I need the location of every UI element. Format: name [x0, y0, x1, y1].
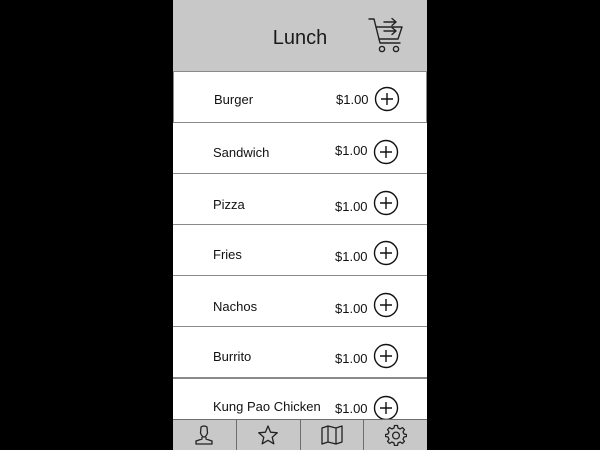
add-to-cart-button[interactable]	[373, 343, 399, 369]
phone-screen: Lunch Burger $1.00 Sandwich $1.00 Pizza …	[173, 0, 427, 450]
map-icon	[321, 425, 343, 445]
add-to-cart-button[interactable]	[373, 240, 399, 266]
shopping-cart-checkout-icon	[368, 17, 403, 53]
item-name: Burger	[214, 92, 254, 107]
menu-list: Burger $1.00 Sandwich $1.00 Pizza $1.00 …	[173, 72, 427, 419]
gear-icon	[384, 424, 407, 446]
menu-item-pizza[interactable]: Pizza $1.00	[173, 174, 427, 225]
plus-circle-icon	[373, 395, 399, 419]
add-to-cart-button[interactable]	[373, 139, 399, 165]
item-name: Kung Pao Chicken	[213, 399, 321, 414]
item-price: $1.00	[335, 199, 368, 214]
item-name: Burrito	[213, 349, 252, 364]
item-name: Pizza	[213, 197, 245, 212]
item-name: Sandwich	[213, 145, 270, 160]
item-price: $1.00	[335, 143, 368, 158]
menu-item-kung-pao-chicken[interactable]: Kung Pao Chicken $1.00	[173, 378, 427, 419]
tab-settings[interactable]	[364, 420, 427, 450]
menu-item-sandwich[interactable]: Sandwich $1.00	[173, 123, 427, 174]
add-to-cart-button[interactable]	[374, 86, 400, 112]
plus-circle-icon	[373, 292, 399, 318]
star-icon	[258, 425, 279, 445]
tab-favorites[interactable]	[237, 420, 301, 450]
item-price: $1.00	[336, 92, 369, 107]
item-name: Fries	[213, 247, 242, 262]
plus-circle-icon	[373, 139, 399, 165]
cart-button[interactable]	[367, 16, 405, 56]
tab-map[interactable]	[301, 420, 365, 450]
item-price: $1.00	[335, 249, 368, 264]
user-icon	[195, 425, 214, 445]
item-price: $1.00	[335, 401, 368, 416]
add-to-cart-button[interactable]	[373, 190, 399, 216]
bottom-tab-bar	[173, 419, 427, 450]
add-to-cart-button[interactable]	[373, 292, 399, 318]
header-bar: Lunch	[173, 0, 427, 72]
plus-circle-icon	[373, 190, 399, 216]
plus-circle-icon	[373, 343, 399, 369]
tab-profile[interactable]	[173, 420, 237, 450]
menu-item-fries[interactable]: Fries $1.00	[173, 225, 427, 276]
item-price: $1.00	[335, 301, 368, 316]
menu-item-burger[interactable]: Burger $1.00	[173, 72, 427, 123]
menu-item-nachos[interactable]: Nachos $1.00	[173, 276, 427, 327]
plus-circle-icon	[373, 240, 399, 266]
menu-item-burrito[interactable]: Burrito $1.00	[173, 327, 427, 378]
plus-circle-icon	[374, 86, 400, 112]
add-to-cart-button[interactable]	[373, 395, 399, 419]
item-price: $1.00	[335, 351, 368, 366]
item-name: Nachos	[213, 299, 258, 314]
